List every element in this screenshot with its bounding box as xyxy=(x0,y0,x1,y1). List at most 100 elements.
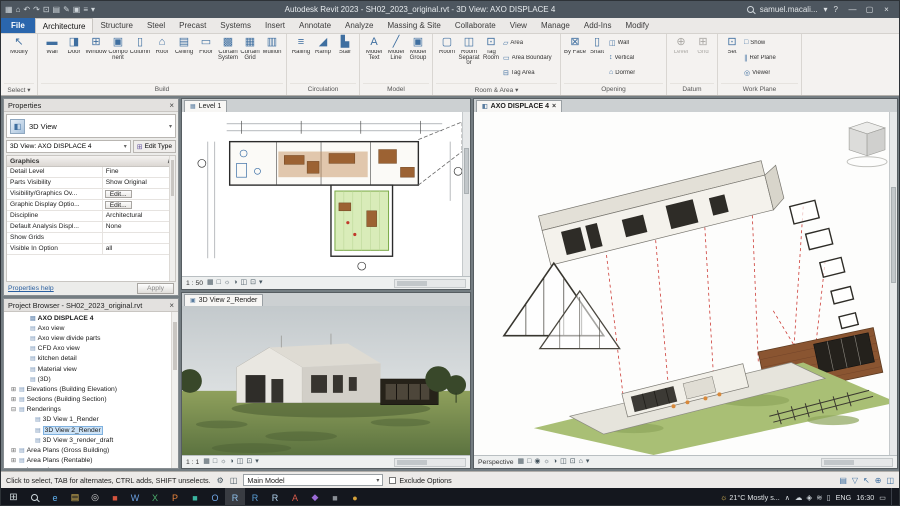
view-instance-combo[interactable]: 3D View: AXO DISPLACE 4 ▾ xyxy=(6,140,131,153)
view-control-icon[interactable]: ⊡ xyxy=(250,277,256,289)
taskbar-app-icon[interactable]: ▤ xyxy=(65,488,85,505)
view-control-icon[interactable]: ▦ xyxy=(518,456,525,468)
chevron-down-icon[interactable]: ▾ xyxy=(169,123,172,130)
section-graphics[interactable]: Graphics ∧ xyxy=(7,156,175,167)
ribbon-button[interactable]: ▦ Curtain Grid xyxy=(239,35,261,82)
ribbon-button[interactable]: A Model Text xyxy=(363,35,385,82)
browser-scrollbar[interactable] xyxy=(171,312,178,468)
taskbar-app-icon[interactable]: R xyxy=(245,488,265,505)
ribbon-tab[interactable]: Annotate xyxy=(292,18,338,33)
plan-canvas[interactable] xyxy=(182,112,470,276)
qat-icon[interactable]: ↷ xyxy=(33,1,40,18)
action-center-icon[interactable]: ▭ xyxy=(879,493,886,502)
view-control-icon[interactable]: ◑ xyxy=(233,277,237,289)
ribbon-tab[interactable]: Structure xyxy=(93,18,139,33)
show-desktop-button[interactable] xyxy=(891,488,895,505)
ribbon-button[interactable]: ▤ Ceiling xyxy=(173,35,195,82)
property-value[interactable]: all xyxy=(103,244,175,254)
property-row[interactable]: Default Analysis Displ... None xyxy=(7,222,175,233)
qat-icon[interactable]: ↶ xyxy=(23,1,30,18)
ribbon-tab[interactable]: Modify xyxy=(618,18,656,33)
view-control-icon[interactable]: ▾ xyxy=(255,456,259,468)
tree-item[interactable]: kitchen detail xyxy=(4,354,178,364)
ribbon-button[interactable]: ▩ Curtain System xyxy=(217,35,239,82)
perspective-label[interactable]: Perspective xyxy=(478,459,514,466)
property-value[interactable]: Edit... xyxy=(104,190,132,198)
tree-item[interactable]: Material view xyxy=(4,364,178,374)
filter-icon[interactable]: ▽ xyxy=(852,476,858,485)
ribbon-button[interactable]: ↕ Vertical xyxy=(608,50,663,65)
filter-icon[interactable]: ◫ xyxy=(886,476,894,485)
ribbon-tab[interactable]: Manage xyxy=(534,18,577,33)
ribbon-tab[interactable]: File xyxy=(1,18,35,33)
tray-icon[interactable]: ≋ xyxy=(816,493,822,502)
ribbon-button[interactable]: ◎ Viewer xyxy=(743,65,798,80)
ribbon-button[interactable]: ⊡ Set xyxy=(721,35,743,82)
close-icon[interactable]: × xyxy=(165,301,174,310)
property-row[interactable]: Discipline Architectural xyxy=(7,211,175,222)
ribbon-button[interactable]: ◫ Room Separator xyxy=(458,35,480,82)
exclude-options-checkbox[interactable] xyxy=(389,476,397,484)
ribbon-button[interactable]: ⌂ Dormer xyxy=(608,65,663,80)
signed-in-user[interactable]: samuel.macali... xyxy=(760,5,818,14)
qat-icon[interactable]: ▦ xyxy=(5,1,13,18)
tray-icon[interactable]: ◈ xyxy=(806,493,812,502)
ribbon-button[interactable]: ⊠ By Face xyxy=(564,35,586,82)
view-control-icon[interactable]: ◫ xyxy=(241,277,248,289)
ribbon-tab[interactable]: Architecture xyxy=(34,18,94,33)
close-button[interactable]: × xyxy=(878,1,895,18)
tree-item[interactable]: 3D View 1_Render xyxy=(4,415,178,425)
view-control-icon[interactable]: ▦ xyxy=(203,456,210,468)
ribbon-button[interactable]: ▭ Area Boundary xyxy=(502,50,557,65)
qat-icon[interactable]: ✎ xyxy=(63,1,70,18)
view-control-icon[interactable]: ⊡ xyxy=(246,456,252,468)
qat-icon[interactable]: ▤ xyxy=(53,1,61,18)
tree-item[interactable]: CFD Axo view xyxy=(4,344,178,354)
property-value[interactable]: None xyxy=(103,222,175,232)
edit-type-button[interactable]: ⊞ Edit Type xyxy=(132,140,176,153)
ribbon-tab[interactable]: Precast xyxy=(172,18,213,33)
tree-expand-icon[interactable] xyxy=(10,386,17,393)
property-value[interactable]: Edit... xyxy=(104,201,132,209)
weather-widget[interactable]: ☼ 21°C Mostly s... xyxy=(720,493,780,502)
taskbar-app-icon[interactable]: X xyxy=(145,488,165,505)
taskbar-app-icon[interactable]: R xyxy=(265,488,285,505)
property-value[interactable]: Architectural xyxy=(103,211,175,221)
ribbon-button[interactable]: ⊟ Tag Area xyxy=(502,65,557,80)
project-browser-header[interactable]: Project Browser - SH02_2023_original.rvt… xyxy=(4,299,178,312)
ribbon-button[interactable]: ⌂ Roof xyxy=(151,35,173,82)
qat-icon[interactable]: ⌂ xyxy=(16,1,21,18)
ribbon-button[interactable]: □ Show xyxy=(743,35,798,50)
taskbar-app-icon[interactable]: ■ xyxy=(105,488,125,505)
taskbar-app-icon[interactable]: ● xyxy=(345,488,365,505)
taskbar-app-icon[interactable]: e xyxy=(45,488,65,505)
type-selector[interactable]: ◧ 3D View ▾ xyxy=(6,114,176,138)
ribbon-button[interactable]: ▱ Area xyxy=(502,35,557,50)
property-value[interactable] xyxy=(103,233,175,243)
taskbar-app-icon[interactable]: O xyxy=(205,488,225,505)
plan-horizontal-scrollbar[interactable] xyxy=(394,278,466,288)
properties-scrollbar[interactable] xyxy=(169,156,175,281)
tree-item[interactable]: (3D) xyxy=(4,374,178,384)
tree-item[interactable]: Axo view xyxy=(4,323,178,333)
view-control-icon[interactable]: □ xyxy=(213,456,217,468)
filter-icon[interactable]: ⊕ xyxy=(875,476,882,485)
view-control-icon[interactable]: ☼ xyxy=(220,456,226,468)
tab-3d-view-2-render[interactable]: ▣ 3D View 2_Render xyxy=(184,294,264,306)
tree-expand-icon[interactable] xyxy=(10,457,17,464)
ribbon-tab[interactable]: View xyxy=(503,18,534,33)
tree-item[interactable]: Axo view divide parts xyxy=(4,333,178,343)
ribbon-tab[interactable]: Collaborate xyxy=(448,18,503,33)
design-option-combo[interactable]: Main Model ▾ xyxy=(243,474,384,486)
plan-vertical-scrollbar[interactable] xyxy=(462,112,470,276)
view-control-icon[interactable]: ◫ xyxy=(237,456,244,468)
view-control-icon[interactable]: □ xyxy=(527,456,531,468)
start-button[interactable]: ⊞ xyxy=(3,488,24,505)
tree-item[interactable]: Area Plans (Rentable) xyxy=(4,456,178,466)
ribbon-button[interactable]: ▭ Floor xyxy=(195,35,217,82)
close-icon[interactable]: × xyxy=(165,101,174,110)
view-control-icon[interactable]: ◫ xyxy=(560,456,567,468)
tree-item[interactable]: Area Plans (Gross Building) xyxy=(4,445,178,455)
tree-item[interactable]: Elevations (Building Elevation) xyxy=(4,384,178,394)
property-value[interactable]: Show Original xyxy=(103,178,175,188)
